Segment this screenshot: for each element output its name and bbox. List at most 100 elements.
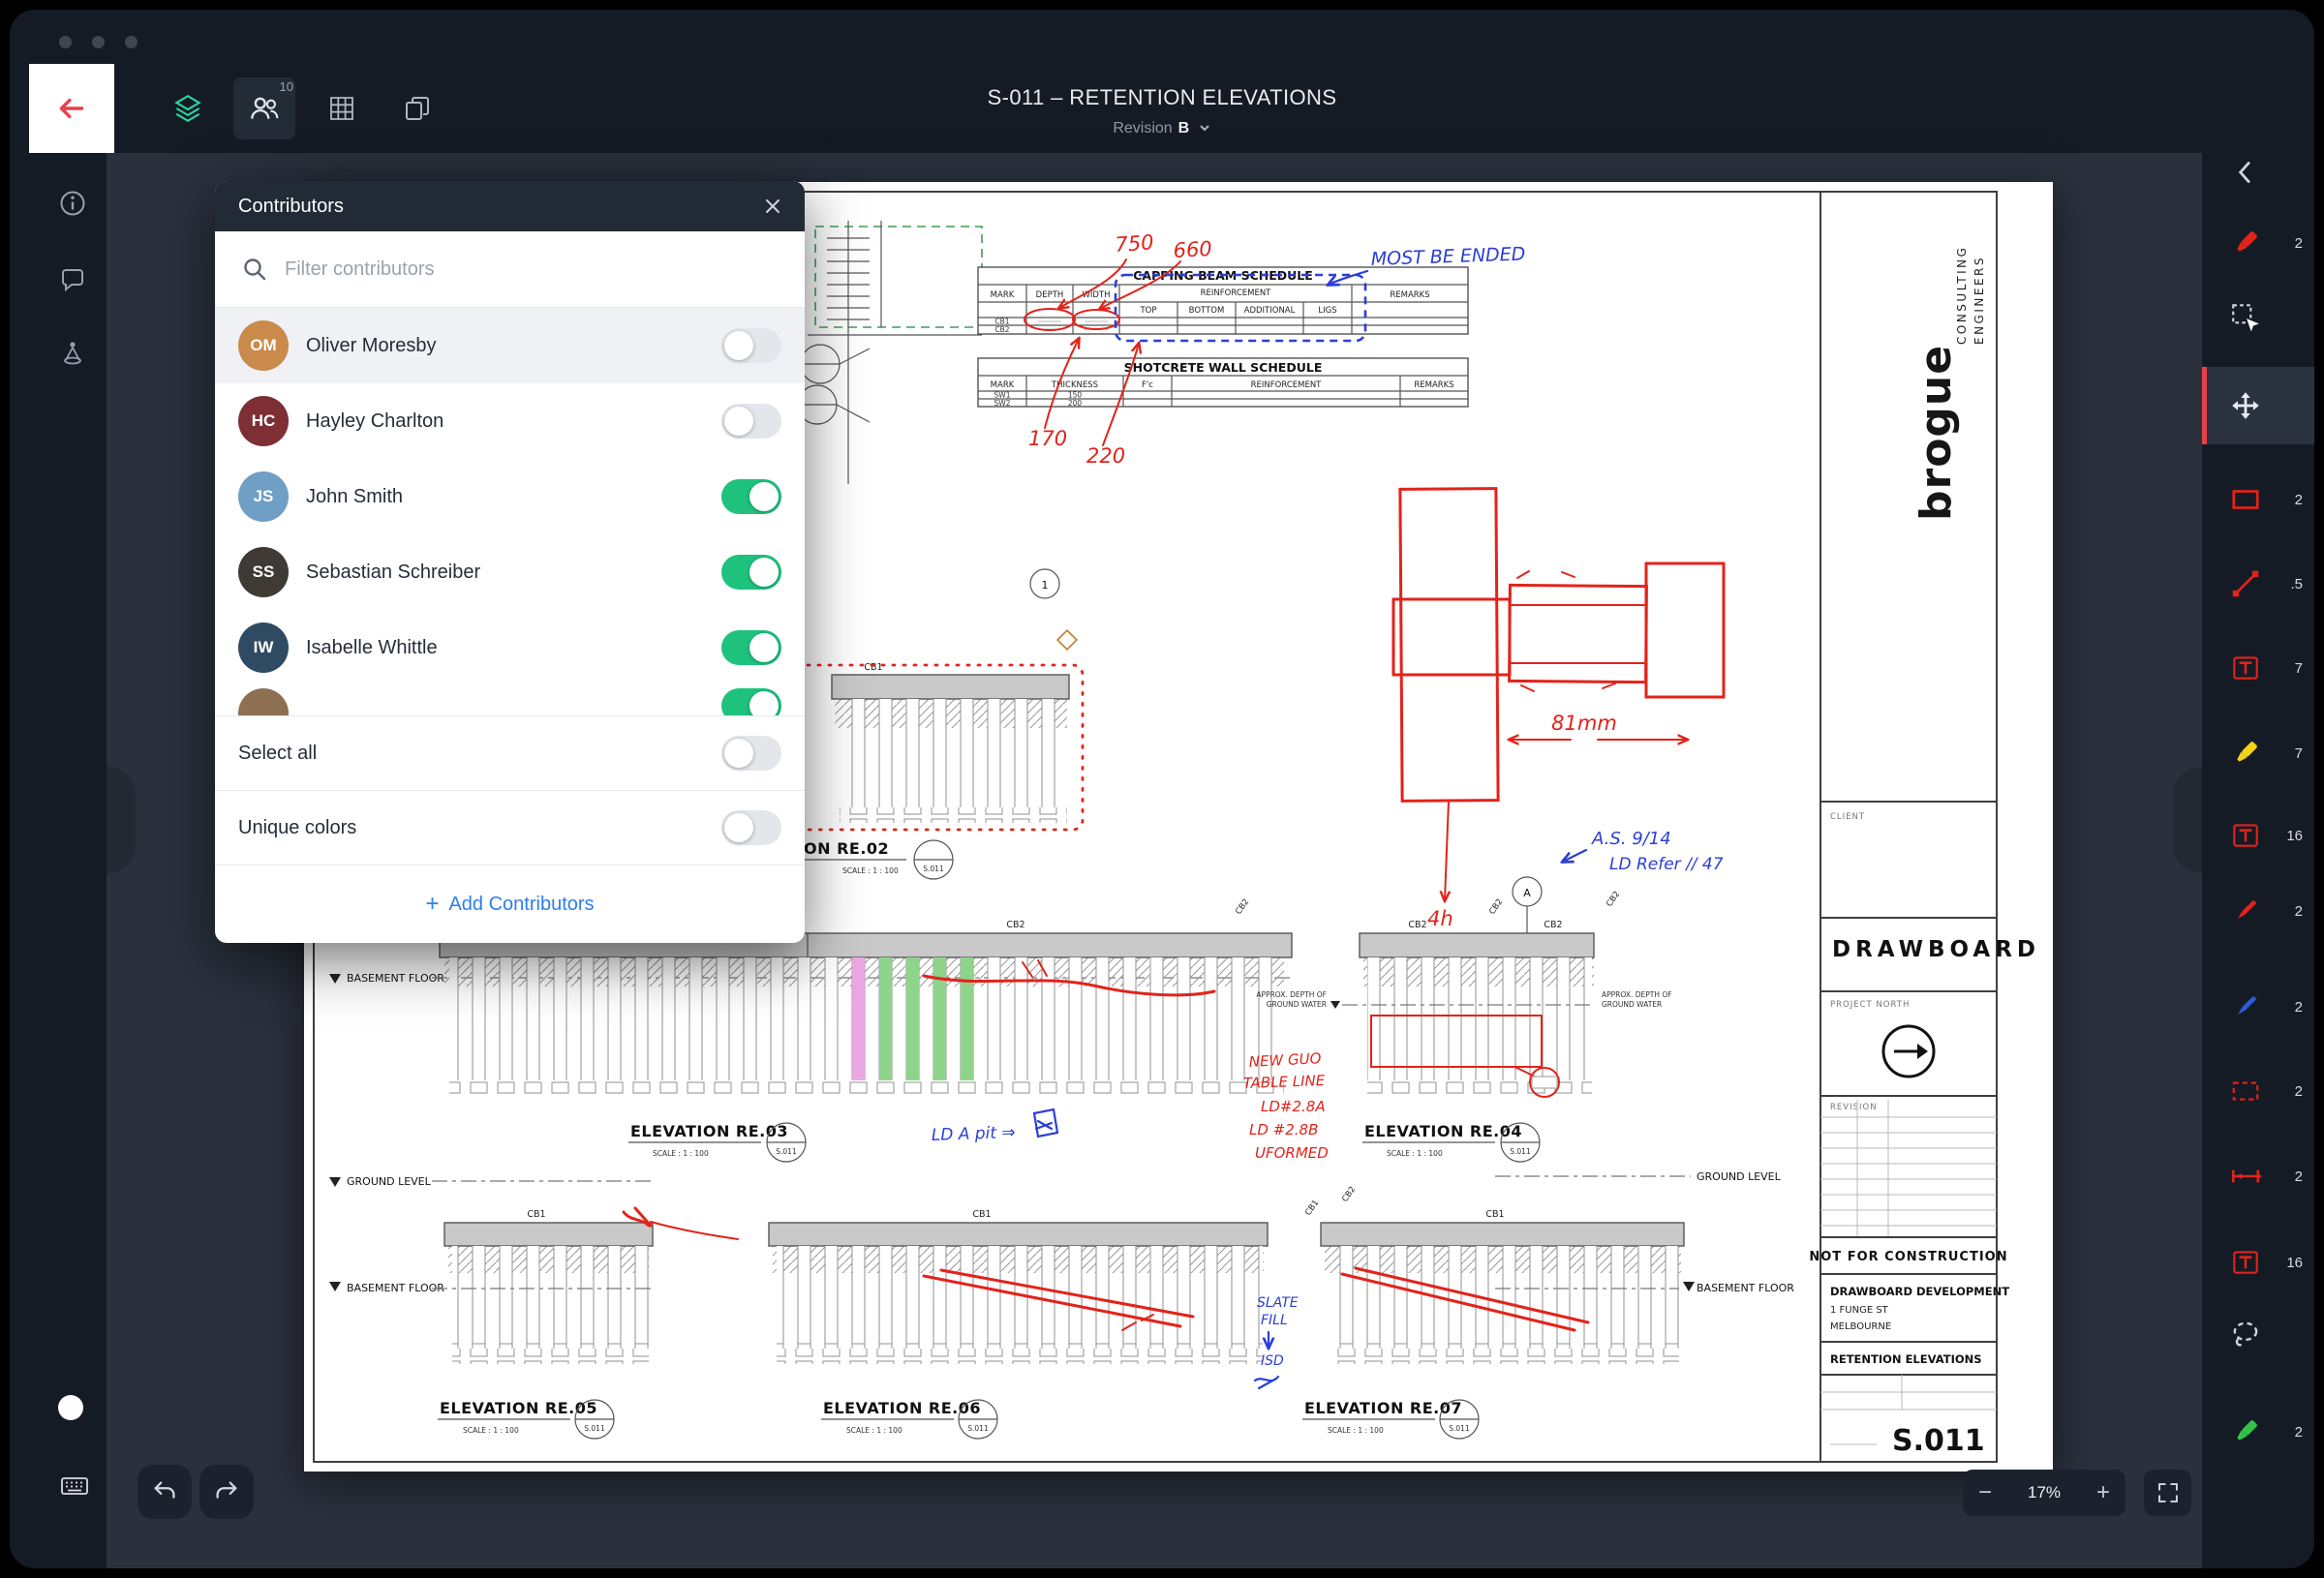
elevation-re06: CB1 ELEVATION RE.06 SCALE : 1 : 100 S.01… — [769, 1209, 1268, 1439]
contributor-toggle[interactable] — [721, 688, 781, 715]
add-contributors-label: Add Contributors — [448, 894, 594, 916]
svg-text:ELEVATION RE.04: ELEVATION RE.04 — [1364, 1122, 1522, 1140]
close-button[interactable] — [764, 197, 781, 215]
info-button[interactable] — [55, 186, 90, 221]
text-red-tool-2[interactable]: 16 — [2216, 1231, 2309, 1293]
svg-text:GROUND LEVEL: GROUND LEVEL — [1697, 1170, 1782, 1183]
svg-text:RETENTION ELEVATIONS: RETENTION ELEVATIONS — [1830, 1352, 1982, 1366]
svg-text:REINFORCEMENT: REINFORCEMENT — [1201, 288, 1272, 298]
svg-text:CB1: CB1 — [1485, 1209, 1504, 1220]
contributor-row[interactable]: IW Isabelle Whittle — [215, 610, 805, 685]
elevation-re05: CB1 BASEMENT FLOOR ELEVATION RE.05 SCALE… — [329, 1209, 653, 1439]
lasso-icon — [2229, 1318, 2262, 1350]
contributor-row[interactable]: HC Hayley Charlton — [215, 383, 805, 459]
contributor-toggle[interactable] — [721, 328, 781, 363]
measure-red-tool[interactable]: 2 — [2216, 1145, 2309, 1207]
svg-text:1: 1 — [1042, 579, 1049, 592]
undo-button[interactable] — [138, 1465, 192, 1519]
select-all-row[interactable]: Select all — [215, 715, 805, 790]
redo-button[interactable] — [199, 1465, 254, 1519]
svg-text:APPROX. DEPTH OF: APPROX. DEPTH OF — [1256, 990, 1327, 999]
window-controls[interactable] — [59, 36, 138, 48]
window-dot[interactable] — [59, 36, 72, 48]
contributor-toggle[interactable] — [721, 404, 781, 439]
select-all-label: Select all — [238, 743, 721, 765]
measure-icon — [2229, 1160, 2262, 1193]
contributor-name: John Smith — [306, 486, 721, 508]
rect-dashed-red-tool[interactable]: 2 — [2216, 1060, 2309, 1122]
radar-button[interactable] — [55, 335, 90, 370]
svg-text:200: 200 — [1068, 399, 1083, 408]
window-dot[interactable] — [125, 36, 138, 48]
line-red-tool[interactable]: .5 — [2216, 553, 2309, 615]
pen-blue-tool[interactable]: 2 — [2216, 976, 2309, 1038]
svg-text:SCALE : 1 : 100: SCALE : 1 : 100 — [846, 1426, 902, 1435]
zoom-out-button[interactable]: − — [1978, 1481, 1992, 1504]
contributor-row-partial[interactable] — [215, 685, 805, 715]
add-contributors-button[interactable]: + Add Contributors — [215, 865, 805, 943]
contributor-row[interactable]: JS John Smith — [215, 459, 805, 534]
avatar: SS — [238, 547, 289, 597]
svg-text:LD A pit ⇒: LD A pit ⇒ — [931, 1123, 1015, 1145]
contributor-row[interactable]: SS Sebastian Schreiber — [215, 534, 805, 610]
contributor-toggle[interactable] — [721, 555, 781, 590]
svg-text:ON RE.02: ON RE.02 — [804, 839, 889, 858]
comments-button[interactable] — [55, 261, 90, 296]
svg-text:CB2: CB2 — [1605, 890, 1622, 909]
svg-text:S.011: S.011 — [584, 1424, 605, 1433]
contributor-toggle[interactable] — [721, 479, 781, 514]
select-all-toggle[interactable] — [721, 736, 781, 771]
marker-red-tool[interactable]: 2 — [2216, 212, 2309, 274]
svg-text:CB2: CB2 — [1408, 920, 1426, 930]
text-box-icon — [2229, 652, 2262, 684]
svg-text:CB1: CB1 — [527, 1209, 545, 1220]
app-window: 10 S-011 – RETENTION ELEVATIONS Revision… — [10, 10, 2314, 1568]
svg-text:LD Refer // 47: LD Refer // 47 — [1609, 855, 1724, 874]
textbox-red-tool[interactable]: 7 — [2216, 637, 2309, 699]
contributor-toggle[interactable] — [721, 630, 781, 665]
keyboard-icon — [56, 1471, 93, 1502]
svg-text:CB1: CB1 — [972, 1209, 991, 1220]
svg-text:SCALE : 1 : 100: SCALE : 1 : 100 — [1328, 1426, 1384, 1435]
svg-text:S.011: S.011 — [1892, 1424, 1985, 1458]
select-markup-tool[interactable] — [2216, 287, 2309, 349]
zoom-in-button[interactable]: + — [2096, 1481, 2110, 1504]
revision-value: B — [1178, 120, 1190, 137]
contributor-row[interactable]: OM Oliver Moresby — [215, 308, 805, 383]
svg-text:SCALE : 1 : 100: SCALE : 1 : 100 — [653, 1149, 709, 1158]
dashed-rectangle-icon — [2229, 1075, 2262, 1108]
select-cursor-icon — [2229, 301, 2262, 334]
svg-text:750: 750 — [1115, 230, 1155, 257]
undo-icon — [150, 1477, 179, 1506]
highlighter-yellow-tool[interactable]: 7 — [2216, 722, 2309, 784]
right-drawer-handle[interactable] — [2173, 767, 2202, 873]
unique-colors-toggle[interactable] — [721, 810, 781, 845]
svg-text:REMARKS: REMARKS — [1414, 380, 1453, 390]
svg-text:F'c: F'c — [1142, 380, 1153, 390]
highlighter-green-tool[interactable]: 2 — [2216, 1401, 2309, 1463]
unique-colors-row[interactable]: Unique colors — [215, 790, 805, 865]
svg-text:81mm: 81mm — [1551, 712, 1617, 735]
svg-text:SLATE: SLATE — [1257, 1295, 1299, 1311]
collapse-panel-button[interactable] — [2216, 141, 2309, 203]
document-title: S-011 – RETENTION ELEVATIONS — [10, 85, 2314, 110]
record-dot-button[interactable] — [58, 1395, 83, 1420]
text-box-icon — [2229, 819, 2262, 852]
svg-text:NEW GUO: NEW GUO — [1248, 1049, 1322, 1071]
lasso-tool[interactable] — [2216, 1303, 2309, 1365]
svg-text:REMARKS: REMARKS — [1390, 290, 1429, 300]
left-drawer-handle[interactable] — [107, 767, 136, 873]
keyboard-button[interactable] — [53, 1467, 96, 1505]
filter-contributors-input[interactable] — [283, 258, 778, 282]
pan-move-tool[interactable] — [2216, 375, 2309, 437]
revision-selector[interactable]: RevisionB — [10, 120, 2314, 137]
fullscreen-button[interactable] — [2144, 1470, 2191, 1516]
svg-text:SCALE : 1 : 100: SCALE : 1 : 100 — [463, 1426, 519, 1435]
rectangle-red-tool[interactable]: 2 — [2216, 469, 2309, 531]
top-toolbar: 10 S-011 – RETENTION ELEVATIONS Revision… — [10, 64, 2314, 153]
window-dot[interactable] — [92, 36, 105, 48]
svg-text:LD#2.8A: LD#2.8A — [1261, 1098, 1326, 1115]
svg-text:220: 220 — [1086, 444, 1125, 468]
pen-red-tool[interactable]: 2 — [2216, 880, 2309, 942]
text-red-tool[interactable]: 16 — [2216, 804, 2309, 866]
